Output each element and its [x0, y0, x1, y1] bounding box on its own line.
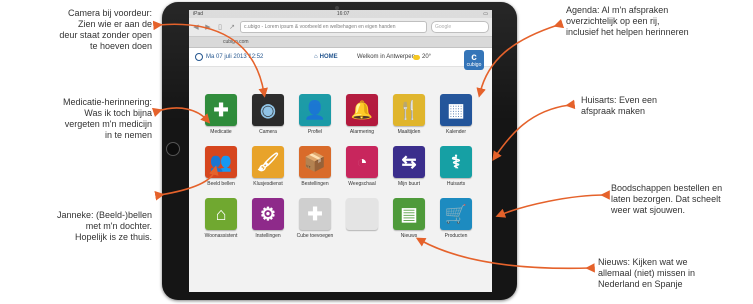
arrow-boodschappen: [495, 190, 610, 218]
arrow-camera: [152, 20, 268, 98]
arrow-agenda: [476, 18, 565, 98]
arrow-huisarts: [492, 99, 576, 161]
arrow-janneke: [154, 165, 219, 201]
arrow-medicatie: [151, 107, 211, 124]
arrow-nieuws: [415, 237, 595, 273]
annotation-arrows: [151, 18, 610, 273]
